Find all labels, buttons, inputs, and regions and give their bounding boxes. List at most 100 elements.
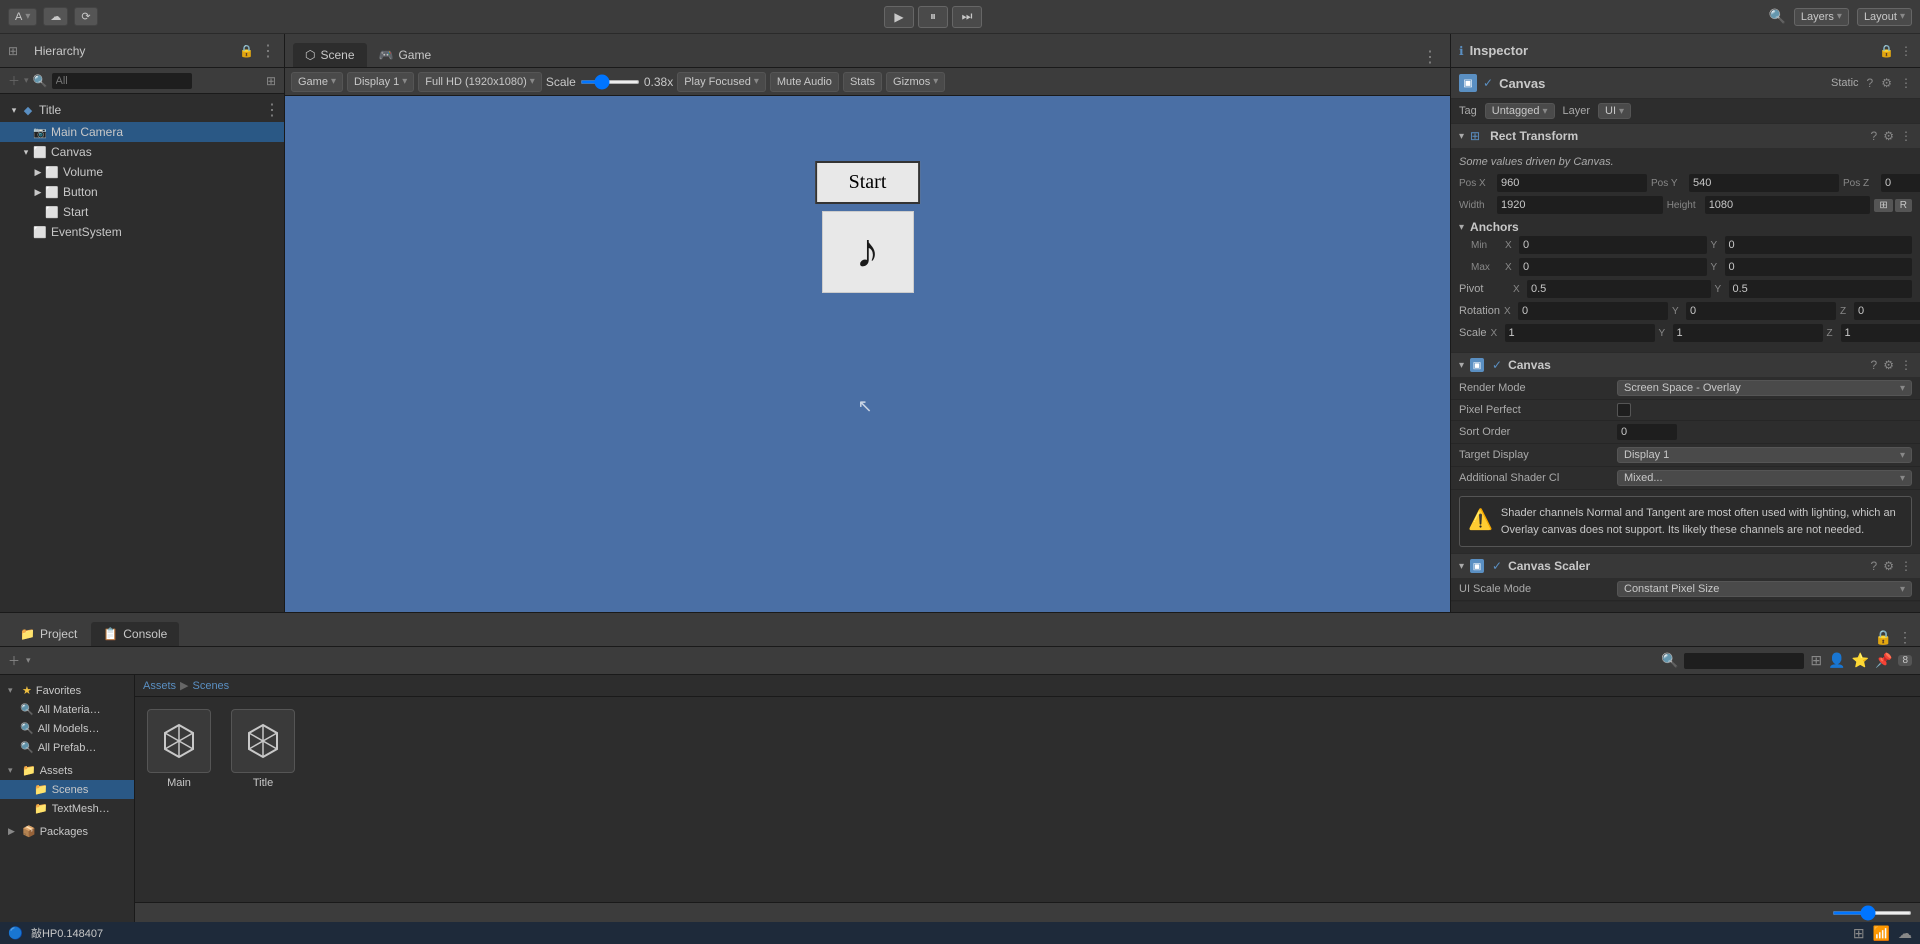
scene-tab[interactable]: ⬡ Scene: [293, 43, 367, 67]
sidebar-all-models[interactable]: 🔍 All Models…: [0, 719, 134, 738]
gizmos-button[interactable]: Gizmos ▾: [886, 72, 945, 92]
breadcrumb-assets[interactable]: Assets: [143, 680, 176, 692]
pixel-perfect-checkbox[interactable]: [1617, 403, 1631, 417]
account-button[interactable]: A ▾: [8, 8, 37, 26]
rot-y-input[interactable]: [1686, 302, 1836, 320]
r-button[interactable]: R: [1895, 199, 1912, 212]
render-mode-dropdown[interactable]: Screen Space - Overlay ▾: [1617, 380, 1912, 396]
mute-audio-button[interactable]: Mute Audio: [770, 72, 839, 92]
hierarchy-item-volume[interactable]: ▶ ⬜ Volume: [0, 162, 284, 182]
hierarchy-item-main-camera[interactable]: 📷 Main Camera: [0, 122, 284, 142]
play-focused-dropdown[interactable]: Play Focused ▾: [677, 72, 766, 92]
scale-y-input[interactable]: [1673, 324, 1823, 342]
rt-help-icon[interactable]: ?: [1871, 129, 1878, 143]
project-expand-icon[interactable]: ⊞: [1810, 652, 1822, 669]
tag-dropdown[interactable]: Untagged ▾: [1485, 103, 1555, 119]
height-input[interactable]: [1705, 196, 1871, 214]
sidebar-packages[interactable]: ▶ 📦 Packages: [0, 822, 134, 841]
anchor-min-x-input[interactable]: [1519, 236, 1707, 254]
bottom-more-icon[interactable]: ⋮: [1898, 629, 1912, 646]
anchor-min-y-input[interactable]: [1725, 236, 1913, 254]
pos-z-input[interactable]: [1881, 174, 1920, 192]
ui-scale-mode-dropdown[interactable]: Constant Pixel Size ▾: [1617, 581, 1912, 597]
status-network-icon[interactable]: 📶: [1873, 925, 1890, 942]
sort-order-input[interactable]: [1617, 424, 1677, 440]
hierarchy-item-title[interactable]: ▾ ◆ Title ⋮: [0, 98, 284, 122]
status-collapse-icon[interactable]: ⊞: [1853, 925, 1865, 942]
pause-button[interactable]: ⏸: [918, 6, 948, 28]
canvas-menu-icon[interactable]: ⋮: [1900, 358, 1912, 372]
project-search-input[interactable]: [1684, 653, 1804, 669]
component-help-icon[interactable]: ?: [1867, 76, 1874, 90]
scale-x-input[interactable]: [1505, 324, 1655, 342]
center-more-icon[interactable]: ⋮: [1422, 47, 1442, 67]
search-bar-icon[interactable]: 🔍: [1661, 652, 1678, 669]
game-viewport[interactable]: Start ♪ ↖: [285, 96, 1450, 612]
project-add-icon[interactable]: ＋: [8, 652, 20, 669]
sidebar-favorites[interactable]: ▾ ★ Favorites: [0, 681, 134, 700]
status-cloud-icon[interactable]: ☁: [1898, 925, 1912, 942]
canvas-scaler-header[interactable]: ▾ ▣ ✓ Canvas Scaler ? ⚙ ⋮: [1451, 554, 1920, 578]
inspector-more-icon[interactable]: ⋮: [1900, 44, 1912, 58]
anchor-max-x-input[interactable]: [1519, 258, 1707, 276]
rect-transform-header[interactable]: ▾ ⊞ Rect Transform ? ⚙ ⋮: [1451, 124, 1920, 148]
stats-button[interactable]: Stats: [843, 72, 882, 92]
hierarchy-search-input[interactable]: [52, 73, 192, 89]
component-menu-icon[interactable]: ⋮: [1900, 76, 1912, 90]
console-tab[interactable]: 📋 Console: [91, 622, 179, 646]
project-pin-icon[interactable]: 📌: [1875, 652, 1892, 669]
hierarchy-lock-icon[interactable]: 🔒: [239, 44, 254, 58]
anchor-max-y-input[interactable]: [1725, 258, 1913, 276]
sidebar-all-materials[interactable]: 🔍 All Materia…: [0, 700, 134, 719]
sidebar-all-prefabs[interactable]: 🔍 All Prefab…: [0, 738, 134, 757]
blueprint-button[interactable]: ⊞: [1874, 199, 1892, 212]
rt-settings-icon[interactable]: ⚙: [1883, 129, 1894, 143]
play-button[interactable]: ▶: [884, 6, 914, 28]
scale-z-input[interactable]: [1841, 324, 1920, 342]
hierarchy-item-button[interactable]: ▶ ⬜ Button: [0, 182, 284, 202]
component-settings-icon[interactable]: ⚙: [1881, 76, 1892, 90]
sidebar-scenes[interactable]: 📁 Scenes: [0, 780, 134, 799]
scaler-help-icon[interactable]: ?: [1871, 559, 1878, 573]
resolution-dropdown[interactable]: Full HD (1920x1080) ▾: [418, 72, 542, 92]
step-button[interactable]: ⏭: [952, 6, 982, 28]
hierarchy-search-icon[interactable]: 🔍: [33, 74, 48, 88]
canvas-help-icon[interactable]: ?: [1871, 358, 1878, 372]
target-display-dropdown[interactable]: Display 1 ▾: [1617, 447, 1912, 463]
scaler-settings-icon[interactable]: ⚙: [1883, 559, 1894, 573]
history-button[interactable]: ⟳: [74, 7, 97, 26]
layout-dropdown[interactable]: Layout ▾: [1857, 8, 1912, 26]
breadcrumb-scenes[interactable]: Scenes: [192, 680, 229, 692]
project-star-icon[interactable]: ⭐: [1852, 652, 1869, 669]
file-item-title[interactable]: Title: [227, 705, 299, 894]
additional-shader-dropdown[interactable]: Mixed... ▾: [1617, 470, 1912, 486]
project-zoom-slider[interactable]: [1832, 911, 1912, 915]
scale-slider[interactable]: [580, 80, 640, 84]
pivot-x-input[interactable]: [1527, 280, 1711, 298]
sidebar-textmesh[interactable]: 📁 TextMesh…: [0, 799, 134, 818]
hierarchy-item-canvas[interactable]: ▾ ⬜ Canvas: [0, 142, 284, 162]
file-item-main[interactable]: Main: [143, 705, 215, 894]
canvas-settings-icon[interactable]: ⚙: [1883, 358, 1894, 372]
pos-y-input[interactable]: [1689, 174, 1839, 192]
scaler-menu-icon[interactable]: ⋮: [1900, 559, 1912, 573]
title-more-icon[interactable]: ⋮: [264, 100, 280, 120]
hierarchy-more-icon[interactable]: ⋮: [260, 41, 276, 61]
rt-menu-icon[interactable]: ⋮: [1900, 129, 1912, 143]
layers-dropdown[interactable]: Layers ▾: [1794, 8, 1849, 26]
search-icon[interactable]: 🔍: [1768, 8, 1785, 25]
bottom-lock-icon[interactable]: 🔒: [1875, 629, 1892, 646]
pos-x-input[interactable]: [1497, 174, 1647, 192]
cloud-button[interactable]: ☁: [43, 7, 68, 26]
display-dropdown[interactable]: Display 1 ▾: [347, 72, 414, 92]
sidebar-assets[interactable]: ▾ 📁 Assets: [0, 761, 134, 780]
project-person-icon[interactable]: 👤: [1828, 652, 1845, 669]
hierarchy-filter-icon[interactable]: ⊞: [266, 74, 276, 88]
rot-z-input[interactable]: [1854, 302, 1920, 320]
project-tab[interactable]: 📁 Project: [8, 622, 89, 646]
game-view-label-dropdown[interactable]: Game ▾: [291, 72, 343, 92]
rot-x-input[interactable]: [1518, 302, 1668, 320]
canvas-component-section-header[interactable]: ▾ ▣ ✓ Canvas ? ⚙ ⋮: [1451, 353, 1920, 377]
inspector-lock-icon[interactable]: 🔒: [1879, 44, 1894, 58]
pivot-y-input[interactable]: [1729, 280, 1913, 298]
